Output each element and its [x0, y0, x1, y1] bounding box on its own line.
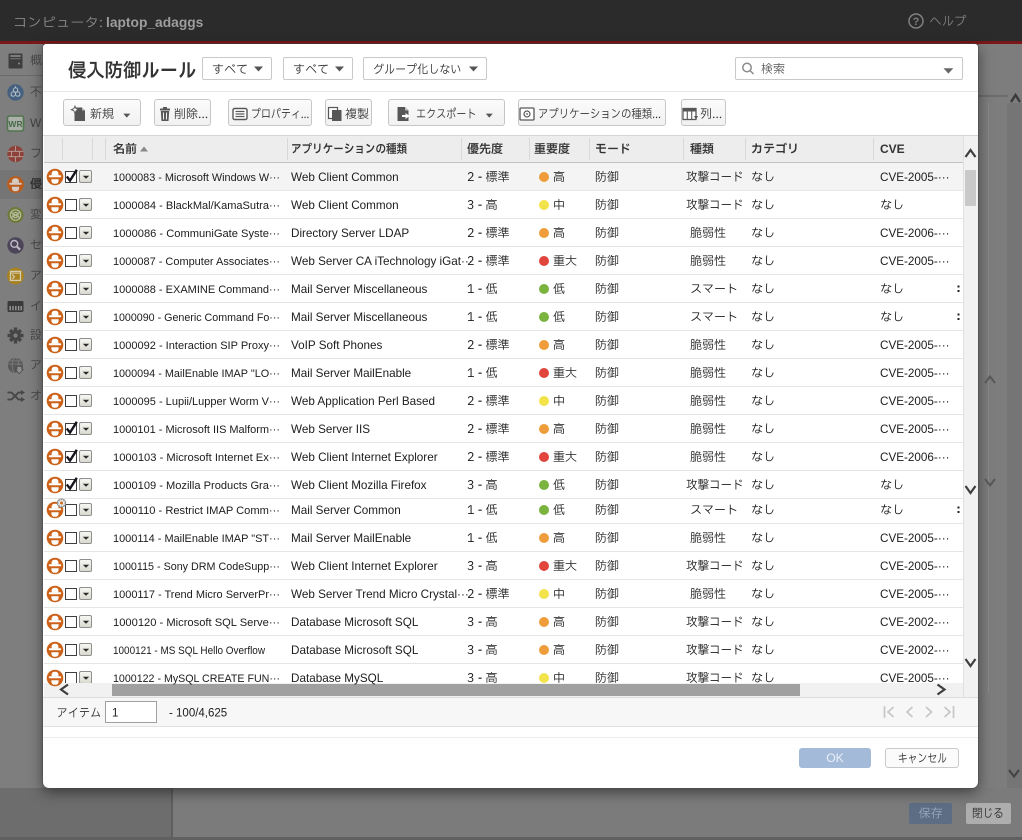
svg-text:CVE: CVE — [880, 142, 905, 156]
svg-text:1000120 - Microsoft SQL Serve·: 1000120 - Microsoft SQL Serve··· — [113, 617, 280, 629]
svg-text:Mail Server Miscellaneous: Mail Server Miscellaneous — [291, 311, 428, 324]
svg-text:1000090 - Generic Command Fo··: 1000090 - Generic Command Fo··· — [113, 312, 280, 324]
svg-text:Web Client Internet Explorer: Web Client Internet Explorer — [291, 451, 438, 464]
svg-text:Mail Server Common: Mail Server Common — [291, 504, 401, 517]
svg-text:Web Server IIS: Web Server IIS — [291, 423, 370, 436]
svg-text:CVE-2005-···: CVE-2005-··· — [880, 672, 950, 685]
svg-text:CVE-2002-···: CVE-2002-··· — [880, 616, 950, 629]
svg-text:CVE-2005-···: CVE-2005-··· — [880, 367, 950, 380]
svg-text:1000086 - CommuniGate Syste···: 1000086 - CommuniGate Syste··· — [113, 228, 280, 240]
svg-text:Database MySQL: Database MySQL — [291, 672, 384, 685]
svg-text:CVE-2005-···: CVE-2005-··· — [880, 560, 950, 573]
svg-text:1000103 - Microsoft Internet E: 1000103 - Microsoft Internet Ex··· — [113, 452, 280, 464]
svg-text:Web Client Common: Web Client Common — [291, 171, 399, 184]
svg-text:Mail Server Miscellaneous: Mail Server Miscellaneous — [291, 283, 428, 296]
svg-text:1000114 - MailEnable IMAP "ST·: 1000114 - MailEnable IMAP "ST··· — [113, 533, 280, 545]
svg-text:1000088 - EXAMINE Command···: 1000088 - EXAMINE Command··· — [113, 284, 280, 296]
svg-text:CVE-2006-···: CVE-2006-··· — [880, 451, 950, 464]
svg-text:1000115 - Sony DRM CodeSupp···: 1000115 - Sony DRM CodeSupp··· — [113, 561, 280, 573]
svg-text:CVE-2002-···: CVE-2002-··· — [880, 644, 950, 657]
svg-text:1000121 - MS SQL Hello Overflo: 1000121 - MS SQL Hello Overflow — [113, 645, 266, 657]
svg-text:W: W — [30, 116, 42, 130]
svg-text:- 100/4,625: - 100/4,625 — [169, 708, 227, 720]
svg-text:Web Application Perl Based: Web Application Perl Based — [291, 395, 435, 408]
svg-text:CVE-2005-···: CVE-2005-··· — [880, 532, 950, 545]
svg-text:1000109 - Mozilla Products Gra: 1000109 - Mozilla Products Gra··· — [113, 480, 280, 492]
svg-text:1000084 - BlackMal/KamaSutra··: 1000084 - BlackMal/KamaSutra··· — [113, 200, 280, 212]
svg-text:1000083 - Microsoft Windows W·: 1000083 - Microsoft Windows W··· — [113, 172, 280, 184]
svg-text:?: ? — [913, 16, 920, 28]
svg-text:1000092 - Interaction SIP Prox: 1000092 - Interaction SIP Proxy··· — [113, 340, 280, 352]
svg-text:OK: OK — [826, 751, 844, 765]
svg-text:1000087 - Computer Associates·: 1000087 - Computer Associates··· — [113, 256, 280, 268]
svg-text:CVE-2006-···: CVE-2006-··· — [880, 227, 950, 240]
svg-text:Directory Server LDAP: Directory Server LDAP — [291, 227, 409, 240]
svg-text:CVE-2005-···: CVE-2005-··· — [880, 423, 950, 436]
svg-text:1: 1 — [112, 708, 118, 720]
svg-text:Web Client Common: Web Client Common — [291, 199, 399, 212]
svg-text:CVE-2005-···: CVE-2005-··· — [880, 588, 950, 601]
svg-text:CVE-2005-···: CVE-2005-··· — [880, 395, 950, 408]
svg-text:CVE-2005-···: CVE-2005-··· — [880, 339, 950, 352]
svg-text:Web Server Trend Micro Crystal: Web Server Trend Micro Crystal··· — [291, 588, 469, 601]
svg-text:1000122 - MySQL CREATE FUN···: 1000122 - MySQL CREATE FUN··· — [113, 673, 280, 685]
svg-text:1000117 - Trend Micro ServerPr: 1000117 - Trend Micro ServerPr··· — [113, 589, 280, 601]
svg-text:CVE-2005-···: CVE-2005-··· — [880, 255, 950, 268]
svg-text:Web Server CA iTechnology iGat: Web Server CA iTechnology iGat··· — [291, 255, 473, 268]
svg-text:1000110 - Restrict IMAP Comm··: 1000110 - Restrict IMAP Comm··· — [113, 505, 280, 517]
svg-text:Web Client Internet Explorer: Web Client Internet Explorer — [291, 560, 438, 573]
svg-text:1000101 - Microsoft IIS Malfor: 1000101 - Microsoft IIS Malform··· — [113, 424, 280, 436]
svg-text:Mail Server MailEnable: Mail Server MailEnable — [291, 532, 411, 545]
svg-text:Web Client Mozilla Firefox: Web Client Mozilla Firefox — [291, 479, 427, 492]
svg-text:Database Microsoft SQL: Database Microsoft SQL — [291, 644, 419, 657]
svg-text:1000095 - Lupii/Lupper Worm V·: 1000095 - Lupii/Lupper Worm V··· — [113, 396, 280, 408]
svg-text:Database Microsoft SQL: Database Microsoft SQL — [291, 616, 419, 629]
svg-text:CVE-2005-···: CVE-2005-··· — [880, 171, 950, 184]
svg-text:1000094 - MailEnable IMAP "LO·: 1000094 - MailEnable IMAP "LO··· — [113, 368, 280, 380]
svg-text:VoIP Soft Phones: VoIP Soft Phones — [291, 339, 383, 352]
svg-text:laptop_adaggs: laptop_adaggs — [106, 15, 204, 30]
svg-text:Mail Server MailEnable: Mail Server MailEnable — [291, 367, 411, 380]
